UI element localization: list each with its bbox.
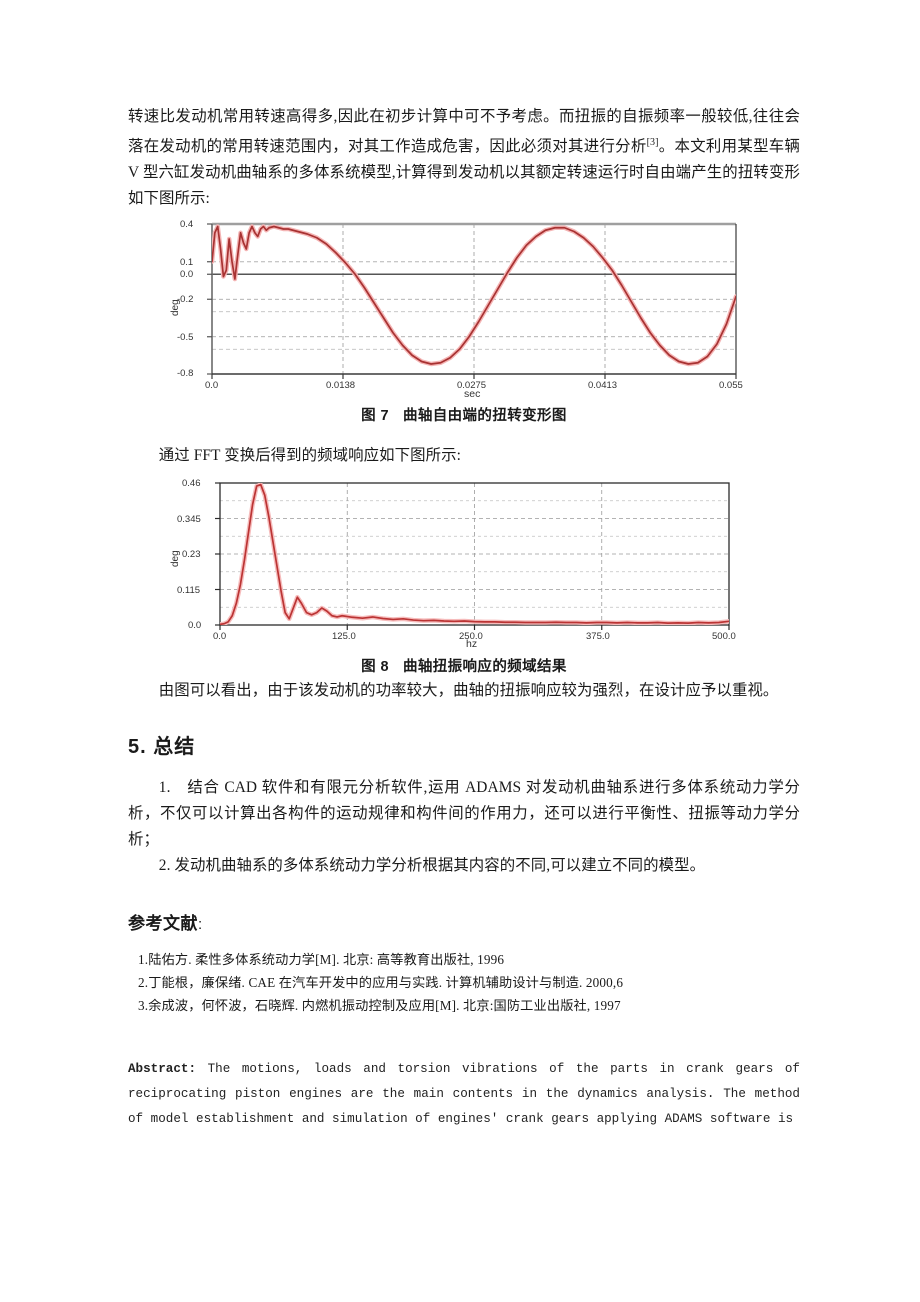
figure-7-xtick-3: 0.0413: [588, 380, 618, 392]
figure-7-xtick-0: 0.0: [205, 380, 219, 392]
figure-7-ytick-4: -0.5: [177, 331, 194, 343]
figure-7-caption: 图 7 曲轴自由端的扭转变形图: [128, 404, 800, 425]
figure-7-x-ticks: [211, 374, 737, 380]
fft-intro-paragraph: 通过 FFT 变换后得到的频域响应如下图所示:: [158, 447, 461, 465]
post-figure8-paragraph: 由图可以看出，由于该发动机的功率较大，曲轴的扭振响应较为强烈，在设计应予以重视。: [158, 682, 779, 700]
reference-item: 1.陆佑方. 柔性多体系统动力学[M]. 北京: 高等教育出版社, 1996: [138, 952, 505, 968]
figure-8-ytick-1: 0.115: [177, 584, 201, 596]
figure-8-caption-text: 曲轴扭振响应的频域结果: [402, 659, 567, 676]
section-5-number: 5.: [128, 736, 147, 759]
abstract-label: Abstract:: [128, 1062, 197, 1077]
figure-7-chart: 0.4 0.1 0.0 -0.2 -0.5 -0.8 deg 0.0 0.013…: [164, 218, 764, 401]
figure-7-caption-text: 曲轴自由端的扭转变形图: [402, 408, 567, 425]
figure-7-ytick-1: 0.1: [180, 256, 194, 268]
figure-8-xtick-3: 375.0: [586, 631, 610, 643]
abstract-text: The motions, loads and torsion vibration…: [128, 1062, 800, 1127]
figure-8-ytick-3: 0.345: [177, 513, 201, 525]
figure-8-xtick-1: 125.0: [332, 631, 356, 643]
figure-7-block: 0.4 0.1 0.0 -0.2 -0.5 -0.8 deg 0.0 0.013…: [128, 218, 800, 425]
page-content: 转速比发动机常用转速高得多,因此在初步计算中可不予考虑。而扭振的自振频率一般较低…: [128, 104, 800, 1145]
figure-8-caption-number: 图 8: [361, 659, 389, 676]
figure-8-ytick-4: 0.46: [182, 478, 201, 490]
figure-8-y-ticks: [215, 482, 220, 626]
figure-7-ytick-2: 0.0: [180, 269, 194, 281]
figure-8-ytick-2: 0.23: [182, 549, 201, 561]
reference-marker-3: [3]: [646, 137, 659, 148]
figure-7-svg: [207, 222, 737, 380]
figure-8-xtick-0: 0.0: [213, 631, 227, 643]
figure-8-x-ticks: [219, 625, 730, 631]
reference-item: 2.丁能根，廉保绪. CAE 在汽车开发中的应用与实践. 计算机辅助设计与制造.…: [138, 975, 624, 991]
figure-8-ytick-0: 0.0: [188, 620, 202, 632]
references-heading: 参考文献:: [128, 909, 800, 934]
references-heading-text: 参考文献: [128, 914, 198, 934]
section-5-title: 总结: [153, 736, 196, 759]
figure-8-y-axis-label: deg: [170, 550, 181, 568]
references-list: 1.陆佑方. 柔性多体系统动力学[M]. 北京: 高等教育出版社, 1996 2…: [128, 948, 800, 1017]
figure-7-caption-number: 图 7: [361, 408, 389, 425]
figure-7-x-axis-label: sec: [464, 388, 481, 401]
section-5-item-2: 2. 发动机曲轴系的多体系统动力学分析根据其内容的不同,可以建立不同的模型。: [158, 857, 706, 875]
figure-8-caption: 图 8 曲轴扭振响应的频域结果: [128, 655, 800, 676]
figure-7-y-axis-label: deg: [170, 299, 181, 317]
intro-paragraph: 转速比发动机常用转速高得多,因此在初步计算中可不予考虑。而扭振的自振频率一般较低…: [128, 104, 800, 212]
figure-7-ytick-0: 0.4: [180, 219, 194, 231]
figure-8-svg: [215, 482, 730, 631]
figure-8-chart: 0.46 0.345 0.23 0.115 0.0 deg 0.0 125.0 …: [164, 475, 764, 654]
section-5-item-1: 1. 结合 CAD 软件和有限元分析软件,运用 ADAMS 对发动机曲轴系进行多…: [128, 779, 800, 849]
figure-7-ytick-5: -0.8: [177, 368, 194, 380]
figure-7-xtick-4: 0.055: [719, 380, 743, 392]
figure-8-block: 0.46 0.345 0.23 0.115 0.0 deg 0.0 125.0 …: [128, 475, 800, 676]
section-5-heading: 5. 总结: [128, 730, 800, 759]
references-heading-colon: :: [198, 916, 203, 934]
figure-7-xtick-1: 0.0138: [326, 380, 356, 392]
figure-8-xtick-4: 500.0: [712, 631, 736, 643]
document-page: 转速比发动机常用转速高得多,因此在初步计算中可不予考虑。而扭振的自振频率一般较低…: [0, 0, 920, 1302]
reference-item: 3.余成波，何怀波，石晓辉. 内燃机振动控制及应用[M]. 北京:国防工业出版社…: [138, 998, 621, 1014]
abstract-paragraph: Abstract: The motions, loads and torsion…: [128, 1057, 800, 1132]
figure-8-x-axis-label: hz: [466, 638, 478, 651]
